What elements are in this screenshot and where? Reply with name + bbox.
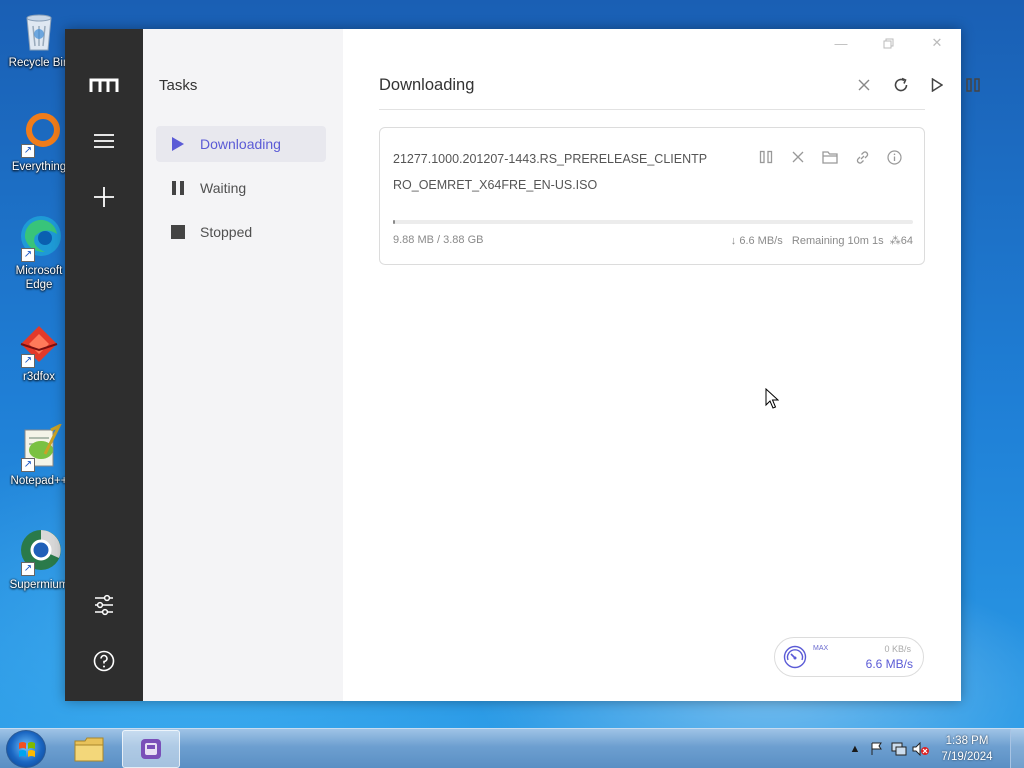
r3dfox-icon: ↗: [15, 320, 63, 368]
info-icon[interactable]: [878, 144, 910, 170]
show-desktop-button[interactable]: [1010, 729, 1024, 768]
speed-limit-label: MAX: [813, 645, 829, 652]
motrix-app-icon: [141, 739, 161, 759]
folder-explorer-icon: [74, 737, 104, 762]
network-icon[interactable]: [888, 739, 910, 759]
task-remaining: Remaining 10m 1s: [791, 235, 884, 247]
logo-icon: [89, 70, 119, 100]
delete-task-icon[interactable]: [782, 144, 814, 170]
connections-icon: ⁂: [889, 235, 901, 247]
recycle-bin-icon: [15, 6, 63, 54]
sidebar-title: Tasks: [159, 77, 198, 94]
refresh-icon[interactable]: [889, 73, 913, 97]
settings-sliders-icon[interactable]: [89, 590, 119, 620]
taskbar: ▲ 1:38 PM 7/19/2024: [0, 728, 1024, 768]
help-icon[interactable]: [89, 646, 119, 676]
stop-icon: [170, 224, 186, 240]
sidebar-item-label: Stopped: [200, 224, 253, 240]
windows-logo-icon: [19, 742, 35, 757]
task-speed: ↓ 6.6 MB/s: [730, 235, 783, 247]
everything-icon: ↗: [15, 110, 63, 158]
task-file-name: 21277.1000.201207-1443.RS_PRERELEASE_CLI…: [393, 152, 708, 192]
taskbar-motrix[interactable]: [122, 730, 180, 768]
pause-task-icon[interactable]: [750, 144, 782, 170]
task-sidebar: Tasks Downloading Waiting Stopped: [143, 29, 343, 701]
folder-icon[interactable]: [814, 144, 846, 170]
add-task-icon[interactable]: [89, 182, 119, 212]
taskbar-explorer[interactable]: [60, 730, 118, 768]
download-speed: 6.6 MB/s: [865, 657, 913, 671]
minimize-icon[interactable]: —: [829, 33, 853, 53]
speedometer-icon: [783, 645, 807, 669]
divider: [379, 109, 925, 110]
sidebar-item-downloading[interactable]: Downloading: [156, 126, 326, 162]
pause-icon: [170, 180, 186, 196]
task-connections: 64: [900, 235, 913, 247]
task-card[interactable]: 21277.1000.201207-1443.RS_PRERELEASE_CLI…: [379, 127, 925, 265]
page-title: Downloading: [379, 76, 475, 94]
clock-time: 1:38 PM: [945, 735, 989, 747]
main-panel: — ✕ Downloading 21277.1000.201207-1443.R…: [343, 29, 980, 701]
notepad-plus-plus-icon: ↗: [15, 422, 63, 472]
task-size-progress: 9.88 MB / 3.88 GB: [393, 234, 484, 246]
volume-muted-icon[interactable]: [910, 739, 932, 759]
supermium-icon: ↗: [15, 528, 63, 576]
sidebar-item-label: Downloading: [200, 136, 281, 152]
shortcut-arrow-icon: ↗: [21, 144, 35, 158]
progress-fill: [393, 220, 396, 224]
play-icon: [170, 136, 186, 152]
clock[interactable]: 1:38 PM 7/19/2024: [932, 733, 1002, 765]
shortcut-arrow-icon: ↗: [21, 562, 35, 576]
task-actions: [750, 144, 910, 170]
upload-speed: 0 KB/s: [884, 644, 911, 654]
task-stats: ↓ 6.6 MB/s Remaining 10m 1s ⁂64: [731, 234, 913, 247]
shortcut-arrow-icon: ↗: [21, 458, 35, 472]
link-icon[interactable]: [846, 144, 878, 170]
shortcut-arrow-icon: ↗: [21, 248, 35, 262]
speedometer[interactable]: MAX 0 KB/s 6.6 MB/s: [774, 637, 924, 677]
resume-all-icon[interactable]: [925, 73, 949, 97]
maximize-icon[interactable]: [876, 33, 900, 53]
mouse-cursor-icon: [765, 387, 780, 410]
start-button[interactable]: [6, 730, 46, 768]
nav-rail: [65, 29, 143, 701]
system-tray: ▲ 1:38 PM 7/19/2024: [844, 729, 1024, 768]
clear-icon[interactable]: [852, 73, 876, 97]
shortcut-arrow-icon: ↗: [21, 354, 35, 368]
menu-icon[interactable]: [89, 126, 119, 156]
motrix-window: Tasks Downloading Waiting Stopped — ✕ Do: [65, 29, 980, 701]
sidebar-item-waiting[interactable]: Waiting: [156, 170, 326, 206]
pause-all-icon[interactable]: [961, 73, 985, 97]
sidebar-item-stopped[interactable]: Stopped: [156, 214, 326, 250]
close-icon[interactable]: ✕: [925, 33, 949, 53]
action-center-flag-icon[interactable]: [866, 739, 888, 759]
download-progress-bar: [393, 220, 913, 224]
tray-expand-icon[interactable]: ▲: [844, 739, 866, 759]
task-meta: 9.88 MB / 3.88 GB ↓ 6.6 MB/s Remaining 1…: [393, 234, 913, 247]
sidebar-item-label: Waiting: [200, 180, 247, 196]
clock-date: 7/19/2024: [941, 751, 993, 763]
edge-icon: ↗: [15, 214, 63, 262]
